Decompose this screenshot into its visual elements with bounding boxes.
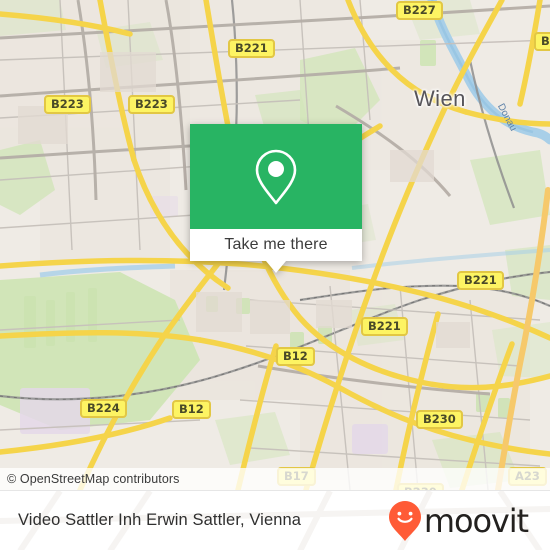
attribution-text: © OpenStreetMap contributors: [7, 472, 180, 486]
callout-pin-panel[interactable]: [190, 124, 362, 229]
map-attribution: © OpenStreetMap contributors: [0, 468, 550, 490]
road-shield: B221: [457, 271, 504, 291]
road-shield: B12: [276, 347, 315, 367]
moovit-wordmark: moovit: [423, 501, 529, 540]
take-me-there-button[interactable]: Take me there: [190, 229, 362, 273]
map-label-wien: Wien: [414, 86, 466, 111]
callout-pointer: [266, 261, 286, 273]
road-shield: B224: [80, 399, 127, 419]
moovit-logo[interactable]: moovit: [388, 500, 529, 542]
footer-bar: Video Sattler Inh Erwin Sattler, Vienna …: [0, 490, 550, 550]
road-shield: B12: [172, 400, 211, 420]
road-shield: B8: [534, 32, 550, 52]
road-shield: B227: [396, 1, 443, 21]
take-me-there-callout[interactable]: Take me there: [190, 124, 362, 273]
road-shield: B221: [361, 317, 408, 337]
road-shield: B223: [44, 95, 91, 115]
map-canvas[interactable]: Wien Donau B227B221B8B223B223B221B221B12…: [0, 0, 550, 490]
map-pin-icon: [255, 149, 297, 204]
road-shield: B230: [416, 410, 463, 430]
moovit-smiley-pin-icon: [388, 500, 421, 541]
place-title: Video Sattler Inh Erwin Sattler, Vienna: [18, 511, 302, 529]
road-shield: B221: [228, 39, 275, 59]
road-shield: B223: [128, 95, 175, 115]
moovit-location-card: Wien Donau B227B221B8B223B223B221B221B12…: [0, 0, 550, 550]
take-me-there-label: Take me there: [224, 236, 328, 253]
